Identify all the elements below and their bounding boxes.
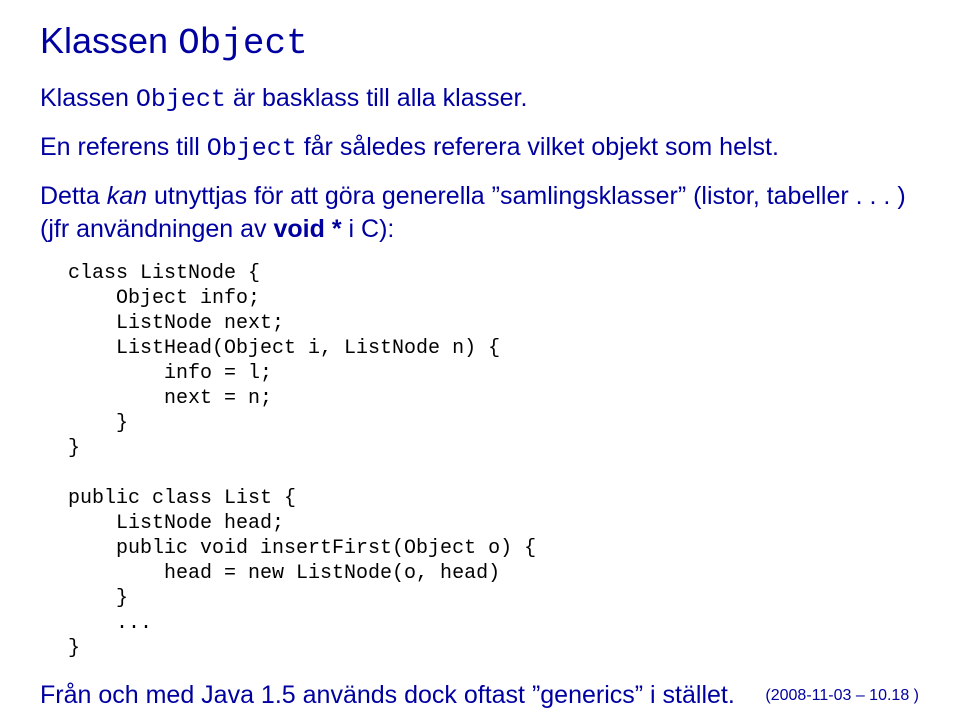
l1m: Object	[136, 85, 226, 114]
l3c: i C):	[342, 215, 395, 243]
l1a: Klassen	[40, 84, 136, 112]
title-text-a: Klassen	[40, 20, 178, 61]
l1b: är basklass till alla klasser.	[226, 84, 528, 112]
body-line-2: En referens till Object får således refe…	[40, 131, 919, 166]
title-text-mono: Object	[178, 23, 308, 64]
l3bold: void *	[273, 215, 341, 243]
l3ital: kan	[107, 182, 147, 210]
slide-title: Klassen Object	[40, 20, 919, 64]
slide-page: Klassen Object Klassen Object är basklas…	[0, 0, 959, 717]
code-block: class ListNode { Object info; ListNode n…	[68, 261, 919, 661]
l3a: Detta	[40, 182, 107, 210]
body-line-3: Detta kan utnyttjas för att göra generel…	[40, 180, 919, 248]
l2b: får således referera vilket objekt som h…	[297, 133, 779, 161]
l2a: En referens till	[40, 133, 207, 161]
footer-date: (2008-11-03 – 10.18 )	[765, 687, 919, 705]
l2m: Object	[207, 134, 297, 163]
body-line-1: Klassen Object är basklass till alla kla…	[40, 82, 919, 117]
l3b: utnyttjas för att göra generella ”samlin…	[40, 182, 906, 244]
